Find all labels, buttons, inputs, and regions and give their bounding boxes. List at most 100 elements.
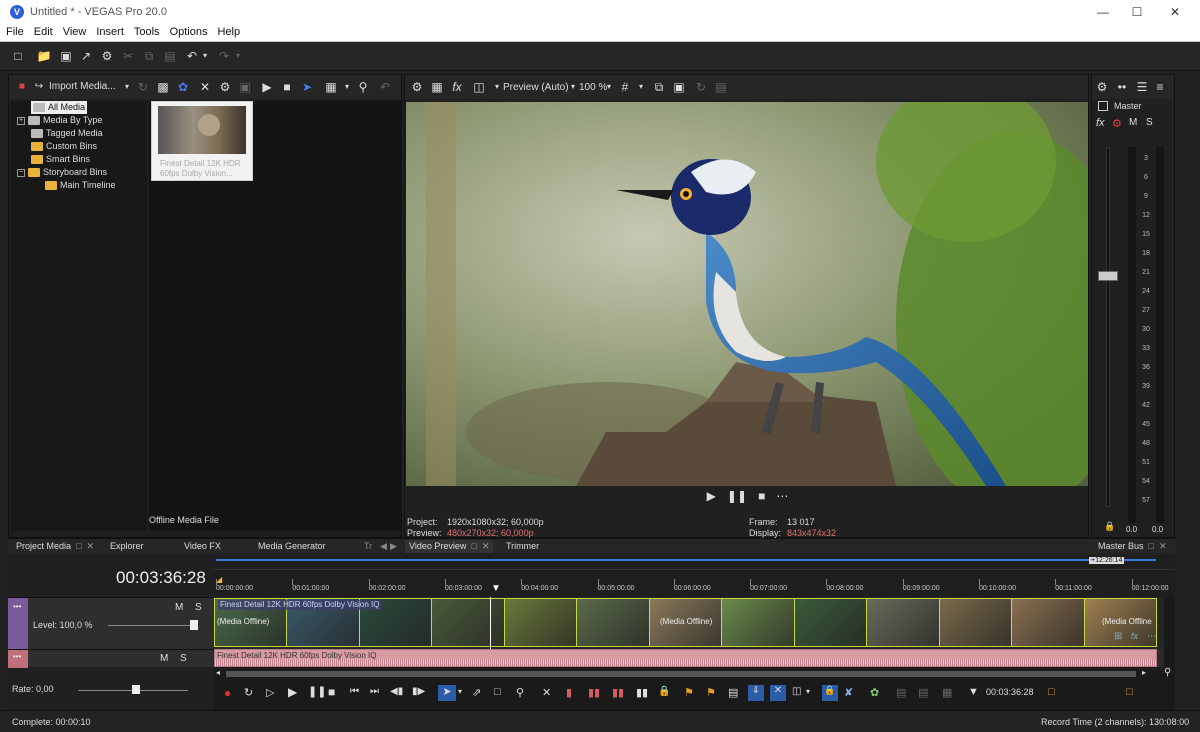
cut-icon[interactable]: ✂	[120, 48, 136, 64]
video-clip-thumbnail[interactable]	[721, 598, 795, 647]
lock-envelopes-icon[interactable]: 🔒	[822, 685, 838, 701]
envelope-tool-icon[interactable]: ⇗	[472, 686, 481, 699]
tab-video-fx[interactable]: Video FX	[184, 540, 221, 553]
new-project-icon[interactable]: □	[10, 48, 26, 64]
menu-tools[interactable]: Tools	[130, 24, 164, 41]
preview-more-icon[interactable]: ⋯	[776, 489, 788, 503]
audio-track-mute-button[interactable]: M	[160, 653, 168, 664]
expand-icon[interactable]: +	[17, 116, 25, 125]
overlays-grid-icon[interactable]: #	[617, 79, 633, 95]
record-icon[interactable]: ●	[224, 686, 231, 700]
master-fader-handle[interactable]	[1098, 271, 1118, 281]
loop-region-end-icon[interactable]: □	[1126, 686, 1133, 698]
video-clip-thumbnail[interactable]	[431, 598, 505, 647]
copy-snapshot-icon[interactable]: ⧉	[651, 79, 667, 95]
media-fx-icon[interactable]: ▣	[237, 79, 253, 95]
video-clip-thumbnail[interactable]	[503, 598, 578, 647]
menu-help[interactable]: Help	[213, 24, 244, 41]
close-window-button[interactable]: ✕	[1158, 0, 1192, 24]
trim-start-icon[interactable]: ▮	[566, 686, 572, 699]
scroll-left-icon[interactable]: ◂	[216, 668, 220, 677]
import-media-button[interactable]: Import Media...	[49, 81, 116, 92]
dim-output-icon[interactable]: ≡	[1152, 79, 1168, 95]
scrollbar-thumb[interactable]	[226, 671, 1136, 677]
tab-maximize-icon[interactable]: □	[1149, 541, 1154, 551]
tab-project-media[interactable]: Project Media □ ✕	[16, 540, 94, 553]
video-clip-thumbnail[interactable]	[576, 598, 650, 647]
import-media-icon[interactable]: ↪	[31, 79, 47, 95]
tree-item-all-media[interactable]: All Media	[31, 101, 88, 114]
audio-track-solo-button[interactable]: S	[180, 653, 187, 664]
tree-item-tagged-media[interactable]: Tagged Media	[31, 127, 103, 140]
tree-item-smart-bins[interactable]: Smart Bins	[31, 153, 90, 166]
track-menu-icon[interactable]: •••	[13, 602, 21, 611]
go-to-end-icon[interactable]: ⏭	[370, 686, 379, 697]
mixing-console-icon[interactable]: ✘	[844, 686, 853, 699]
views-dropdown-icon[interactable]: ▾	[339, 79, 355, 95]
capture-icon[interactable]: ↻	[135, 79, 151, 95]
preview-settings-gear-icon[interactable]: ⚙	[409, 79, 425, 95]
render-icon[interactable]: ↗	[78, 48, 94, 64]
search-icon[interactable]: ⚲	[355, 79, 371, 95]
edit-tool-dropdown-icon[interactable]: ▾	[458, 687, 462, 696]
ripple-edit-icon[interactable]: ◫	[792, 686, 801, 697]
save-snapshot-icon[interactable]: ▣	[671, 79, 687, 95]
media-thumbnail[interactable]: Finest Detail 12K HDR 60fps Dolby Vision…	[151, 101, 253, 181]
redo-dropdown-icon[interactable]: ▾	[233, 48, 243, 64]
tree-item-media-by-type[interactable]: + Media By Type	[17, 114, 102, 127]
zoom-tool-icon[interactable]: ⚲	[516, 686, 524, 699]
media-properties-gear-icon[interactable]: ⚙	[217, 79, 233, 95]
paste-icon[interactable]: ▤	[162, 48, 178, 64]
video-track-mute-button[interactable]: M	[175, 602, 183, 613]
mixer-sliders-icon[interactable]: ☰	[1134, 79, 1150, 95]
master-mute-button[interactable]: M	[1129, 117, 1137, 128]
tab-close-icon[interactable]: ✕	[86, 541, 94, 551]
video-track[interactable]: Finest Detail 12K HDR 60fps Dolby Vision…	[214, 597, 1164, 649]
tab-scroll-right-icon[interactable]: ▶	[390, 540, 397, 553]
tree-item-main-timeline[interactable]: Main Timeline	[45, 179, 116, 192]
fullscreen-icon[interactable]: ▤	[713, 79, 729, 95]
video-clip-thumbnail[interactable]	[866, 598, 940, 647]
menu-view[interactable]: View	[59, 24, 91, 41]
scroll-right-icon[interactable]: ▸	[1142, 668, 1146, 677]
media-generators-icon[interactable]: ✿	[175, 79, 191, 95]
tab-maximize-icon[interactable]: □	[76, 541, 81, 551]
snapping-icon[interactable]: ⇓	[748, 685, 764, 701]
tab-close-icon[interactable]: ✕	[482, 541, 490, 551]
video-level-slider-handle[interactable]	[190, 620, 198, 630]
properties-gear-icon[interactable]: ⚙	[99, 48, 115, 64]
tab-transitions[interactable]: Tr	[364, 540, 372, 553]
minimize-button[interactable]: —	[1086, 0, 1120, 24]
ungroup-icon[interactable]: ▤	[918, 686, 928, 699]
insert-region-icon[interactable]: ⚑	[706, 686, 716, 699]
horizontal-scrollbar[interactable]: ◂ ▸	[214, 667, 1164, 681]
maximize-button[interactable]: ☐	[1120, 0, 1154, 24]
audio-event[interactable]: Finest Detail 12K HDR 60fps Dolby Vision…	[214, 649, 1157, 667]
auto-crossfade-icon[interactable]: ✕	[770, 685, 786, 701]
offline-media-icon[interactable]: ■	[14, 79, 30, 95]
master-solo-button[interactable]: S	[1146, 117, 1153, 128]
loop-region-bar[interactable]	[216, 559, 1156, 561]
menu-options[interactable]: Options	[166, 24, 212, 41]
nest-icon[interactable]: ▦	[942, 686, 952, 699]
tab-master-bus[interactable]: Master Bus □ ✕	[1098, 540, 1167, 553]
copy-icon[interactable]: ⧉	[141, 48, 157, 64]
sync-icon[interactable]: ↻	[693, 79, 709, 95]
split-icon[interactable]: ▮▮	[612, 686, 624, 699]
tree-item-custom-bins[interactable]: Custom Bins	[31, 140, 97, 153]
video-clip-thumbnail[interactable]	[1011, 598, 1085, 647]
tab-trimmer[interactable]: Trimmer	[506, 540, 539, 553]
collapse-icon[interactable]: −	[17, 168, 25, 177]
master-settings-gear-icon[interactable]: ⚙	[1094, 79, 1110, 95]
external-monitor-icon[interactable]: ▦	[429, 79, 445, 95]
normal-edit-tool-icon[interactable]: ➤	[438, 685, 456, 701]
preview-pause-icon[interactable]: ❚❚	[727, 489, 747, 503]
save-icon[interactable]: ▣	[58, 48, 74, 64]
previous-frame-icon[interactable]: ◀▮	[390, 686, 403, 697]
remove-media-icon[interactable]: ✕	[197, 79, 213, 95]
ignore-grouping-icon[interactable]: ▮▮	[636, 686, 648, 699]
video-track-solo-button[interactable]: S	[195, 602, 202, 613]
video-fx-icon[interactable]: fx	[449, 79, 465, 95]
group-icon[interactable]: ▤	[896, 686, 906, 699]
back-icon[interactable]: ↶	[377, 79, 393, 95]
